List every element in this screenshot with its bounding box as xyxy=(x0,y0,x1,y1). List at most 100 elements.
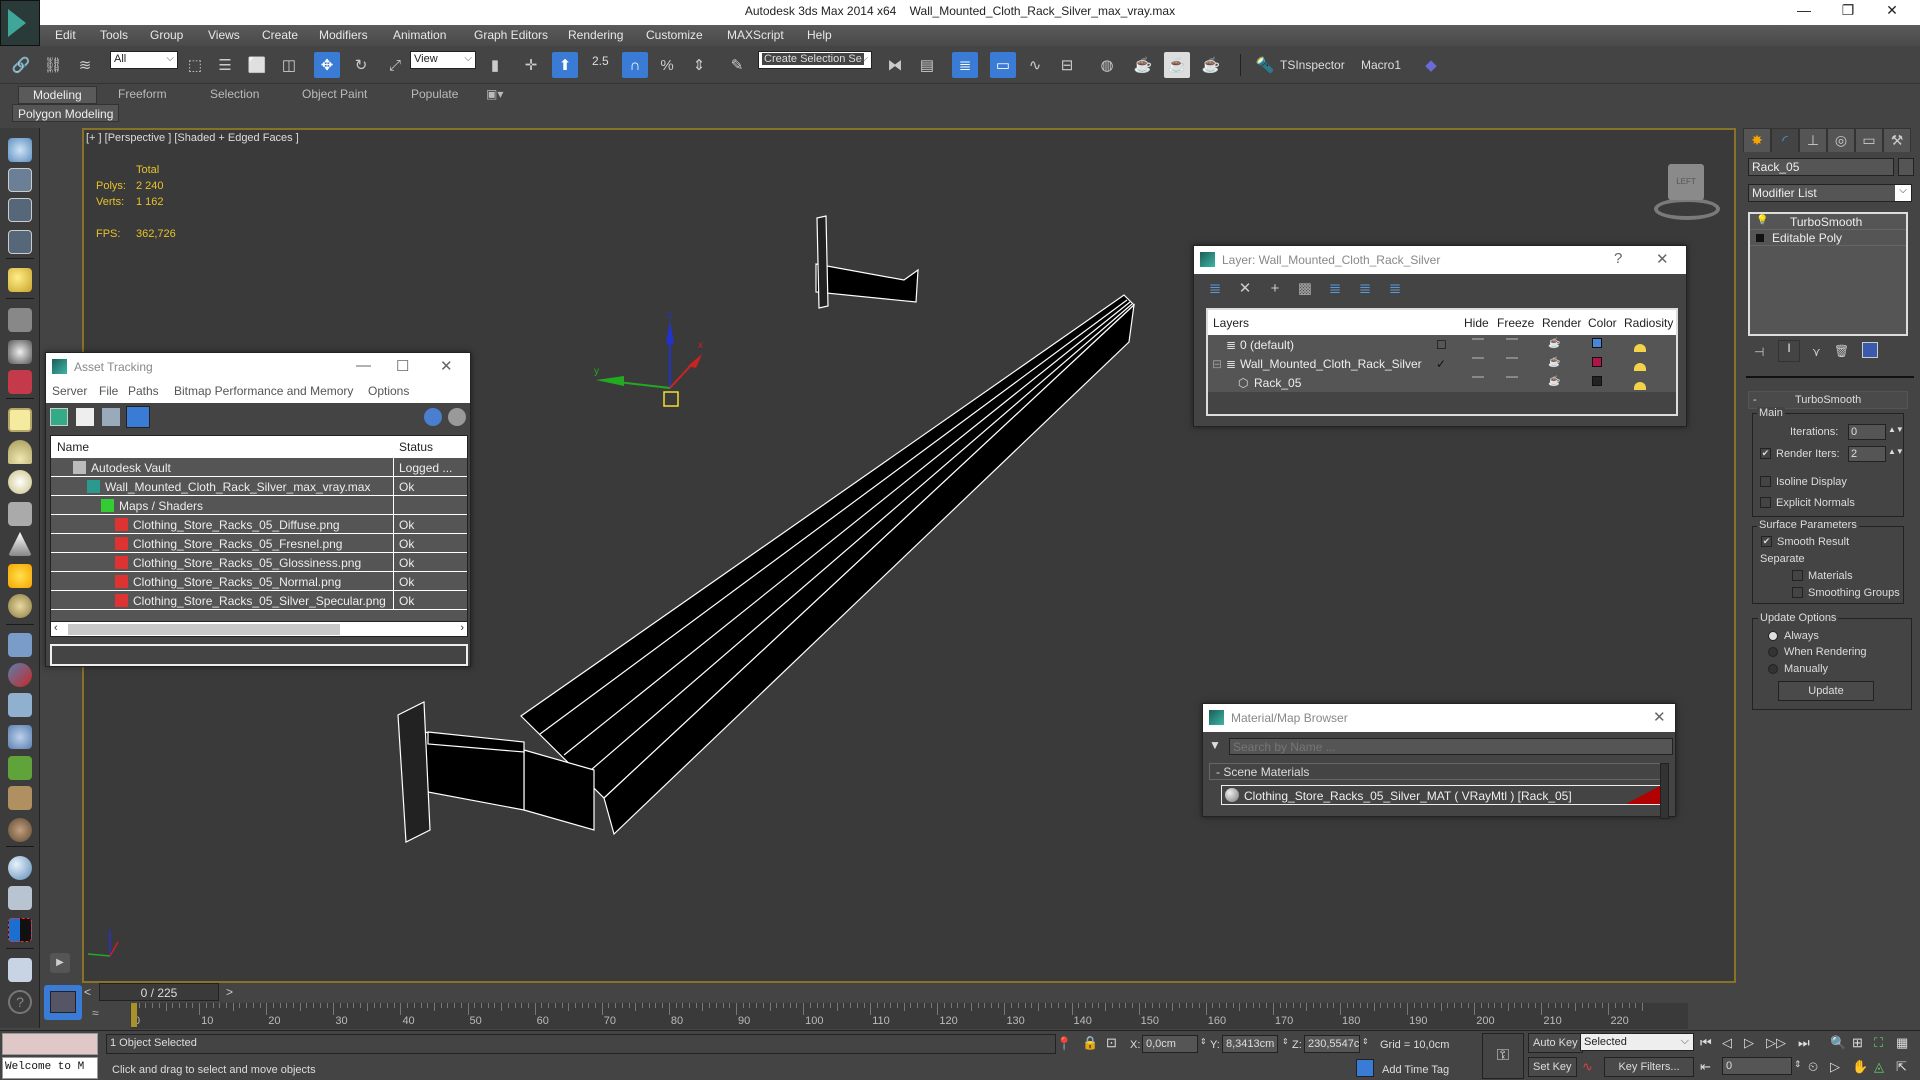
render-iters-field[interactable]: 2 xyxy=(1848,446,1886,462)
x-spinner[interactable]: ⇕ xyxy=(1200,1037,1207,1046)
menu-help[interactable]: Help xyxy=(807,28,832,42)
gizmo-x-arrow[interactable] xyxy=(688,354,702,368)
table-icon[interactable] xyxy=(8,230,32,254)
menu-options[interactable]: Options xyxy=(368,384,409,398)
collapse-icon[interactable]: ⊟ xyxy=(1212,357,1222,371)
layer-color-swatch[interactable] xyxy=(1592,357,1602,367)
material-editor-icon[interactable]: ◍ xyxy=(1094,52,1120,78)
hide-freeze-layers-icon[interactable]: ≣ xyxy=(1382,275,1408,301)
reference-coordinate-dropdown[interactable]: View ⌵ xyxy=(410,51,476,69)
tab-populate[interactable]: Populate xyxy=(397,86,472,104)
render-iters-checkbox[interactable]: ✔ xyxy=(1760,448,1771,459)
pivot-center-icon[interactable]: ▮ xyxy=(482,52,508,78)
create-tab-icon[interactable]: ✸ xyxy=(1743,128,1771,152)
maxscript-listener-top[interactable] xyxy=(2,1033,98,1055)
close-button[interactable]: ✕ xyxy=(1656,250,1669,268)
viewcube[interactable]: LEFT xyxy=(1644,158,1724,228)
gizmo-y-axis[interactable] xyxy=(617,381,671,389)
light-lister-icon[interactable] xyxy=(8,268,32,292)
hide-toggle[interactable] xyxy=(1472,338,1484,340)
material-item[interactable]: Clothing_Store_Racks_05_Silver_MAT ( VRa… xyxy=(1221,785,1661,805)
render-setup-icon[interactable]: ☕ xyxy=(1130,52,1156,78)
gizmo-y-arrow[interactable] xyxy=(596,376,624,386)
smoothing-groups-checkbox[interactable] xyxy=(1792,587,1803,598)
x-coordinate-field[interactable]: 0,0cm xyxy=(1142,1035,1198,1053)
materials-checkbox[interactable] xyxy=(1792,570,1803,581)
maximize-viewport-icon[interactable]: ⇱ xyxy=(1896,1059,1907,1075)
column-name[interactable]: Name xyxy=(57,440,89,454)
layer-row[interactable]: ⬡ Rack_05 ☕ xyxy=(1208,373,1676,392)
add-to-layer-icon[interactable]: + xyxy=(1262,275,1288,301)
freeze-toggle[interactable] xyxy=(1506,357,1518,359)
lightbulb-icon[interactable]: 💡 xyxy=(1756,215,1768,226)
select-rotate-icon[interactable]: ↻ xyxy=(348,52,374,78)
asset-row[interactable]: Clothing_Store_Racks_05_Silver_Specular.… xyxy=(51,591,467,610)
close-button[interactable]: ✕ xyxy=(1872,2,1912,19)
minimize-button[interactable]: — xyxy=(1784,2,1824,18)
column-radiosity[interactable]: Radiosity xyxy=(1624,316,1673,330)
rendered-frame-window-icon[interactable]: ☕ xyxy=(1164,52,1190,78)
expand-arrow-icon[interactable]: ▶ xyxy=(50,953,70,973)
asset-row[interactable]: Wall_Mounted_Cloth_Rack_Silver_max_vray.… xyxy=(51,477,467,496)
maxscript-listener-input[interactable]: Welcome to M xyxy=(2,1057,98,1079)
close-button[interactable]: ✕ xyxy=(440,357,453,375)
update-manually-radio[interactable] xyxy=(1768,664,1778,674)
video-camera-icon[interactable] xyxy=(8,370,32,394)
rectangular-selection-icon[interactable]: ⬜ xyxy=(244,52,270,78)
menu-file[interactable]: File xyxy=(99,384,118,398)
ies-light-icon[interactable] xyxy=(8,594,32,618)
asset-row[interactable]: Clothing_Store_Racks_05_Diffuse.png Ok xyxy=(51,515,467,534)
path-field[interactable] xyxy=(50,644,468,666)
spot-light-icon[interactable] xyxy=(8,532,32,556)
scene-explorer-icon[interactable] xyxy=(8,198,32,222)
column-status[interactable]: Status xyxy=(399,440,433,454)
field-of-view-icon[interactable]: ▷ xyxy=(1830,1059,1840,1075)
scroll-right-icon[interactable]: › xyxy=(460,622,464,634)
asset-row[interactable]: Maps / Shaders xyxy=(51,496,467,515)
help-icon[interactable] xyxy=(424,408,442,426)
menu-customize[interactable]: Customize xyxy=(646,28,703,42)
key-mode-dropdown[interactable]: Selected ⌵ xyxy=(1580,1033,1694,1051)
displacement-icon[interactable] xyxy=(8,725,32,749)
column-freeze[interactable]: Freeze xyxy=(1497,316,1534,330)
menu-bitmap-performance[interactable]: Bitmap Performance and Memory xyxy=(174,384,353,398)
flashlight-icon[interactable]: 🔦 xyxy=(1252,52,1278,78)
ribbon-toggle-icon[interactable]: ▭ xyxy=(990,52,1016,78)
list-view-icon[interactable] xyxy=(76,408,94,426)
object-color-swatch[interactable] xyxy=(1898,158,1914,176)
frame-spinner[interactable]: ⇕ xyxy=(1794,1059,1802,1070)
asset-row[interactable]: Clothing_Store_Racks_05_Normal.png Ok xyxy=(51,572,467,591)
set-current-layer-icon[interactable]: ≣ xyxy=(1352,275,1378,301)
render-region-icon[interactable] xyxy=(8,918,32,942)
hair-fur-icon[interactable] xyxy=(8,786,32,810)
key-tangent-icon[interactable]: ∿ xyxy=(1582,1059,1593,1075)
layer-row[interactable]: ≣ 0 (default) ☐ ☕ xyxy=(1208,335,1676,354)
stack-item-editable-poly[interactable]: Editable Poly xyxy=(1750,230,1906,246)
selection-lock-icon[interactable]: 🔒 xyxy=(1082,1035,1098,1051)
molecule-icon[interactable] xyxy=(8,663,32,687)
time-slider-thumb[interactable]: 0 / 225 xyxy=(99,983,219,1001)
scroll-thumb[interactable] xyxy=(68,624,340,635)
ornatrix-icon[interactable] xyxy=(8,818,32,842)
window-crossing-icon[interactable]: ◫ xyxy=(276,52,302,78)
menu-group[interactable]: Group xyxy=(150,28,183,42)
edit-named-selection-icon[interactable]: ✎ xyxy=(724,52,750,78)
zoom-all-icon[interactable]: ⊞ xyxy=(1852,1035,1863,1051)
radiosity-icon[interactable] xyxy=(1634,363,1646,371)
configure-modifier-sets-icon[interactable] xyxy=(1862,342,1878,358)
next-key-icon[interactable]: ▷▷ xyxy=(1766,1035,1786,1051)
zoom-extents-icon[interactable]: ⛶ xyxy=(1874,1035,1883,1051)
remove-modifier-icon[interactable]: 🗑 xyxy=(1834,344,1849,358)
dome-light-icon[interactable] xyxy=(8,440,32,464)
menu-server[interactable]: Server xyxy=(52,384,87,398)
material-sphere-icon[interactable] xyxy=(8,856,32,880)
layer-row[interactable]: ⊟ ≣ Wall_Mounted_Cloth_Rack_Silver ✓ ☕ xyxy=(1208,354,1676,373)
layer-color-swatch[interactable] xyxy=(1592,376,1602,386)
hierarchy-tab-icon[interactable]: ⊥ xyxy=(1799,128,1827,152)
current-layer-toggle[interactable]: ✓ xyxy=(1436,357,1446,371)
asset-tracking-titlebar[interactable]: Asset Tracking — ☐ ✕ xyxy=(46,353,470,381)
menu-views[interactable]: Views xyxy=(208,28,240,42)
pan-view-icon[interactable]: ✋ xyxy=(1852,1059,1868,1075)
maximize-button[interactable]: ☐ xyxy=(396,357,409,375)
menu-tools[interactable]: Tools xyxy=(100,28,128,42)
